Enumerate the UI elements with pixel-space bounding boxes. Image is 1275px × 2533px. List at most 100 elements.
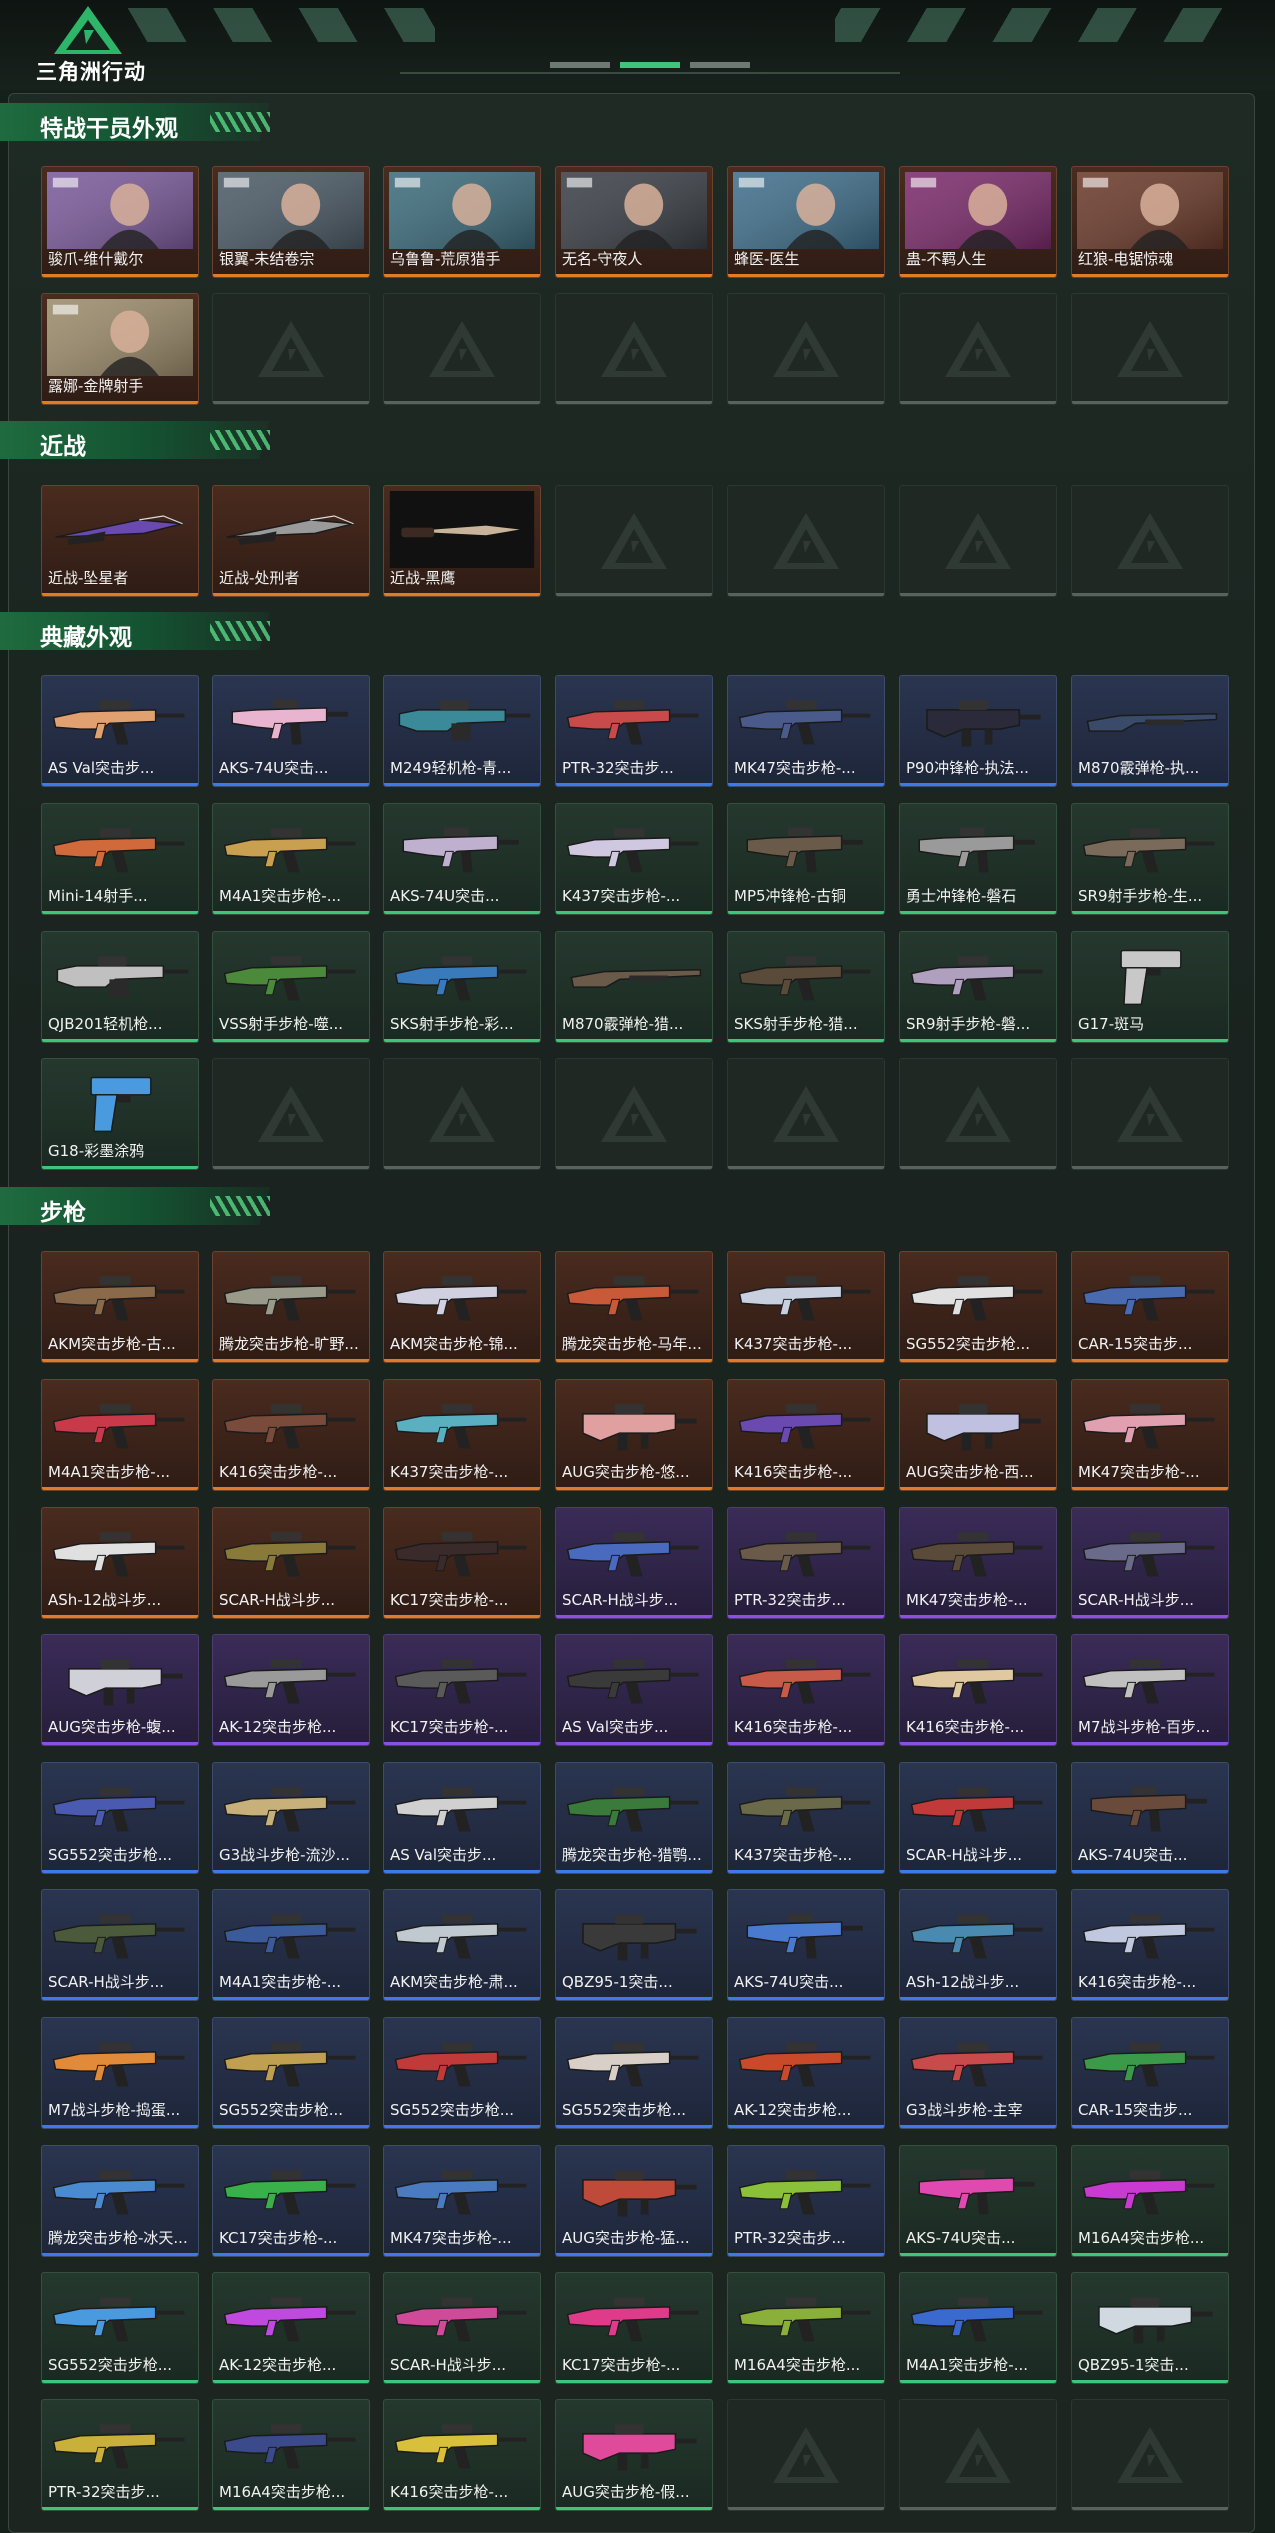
skin-card[interactable]: SR9射手步枪-生...: [1071, 803, 1229, 915]
skin-card[interactable]: AKM突击步枪-锦...: [383, 1251, 541, 1363]
skin-card[interactable]: M16A4突击步枪...: [727, 2272, 885, 2384]
skin-card[interactable]: G17-斑马: [1071, 931, 1229, 1043]
skin-card[interactable]: MK47突击步枪-...: [899, 1507, 1057, 1619]
skin-card[interactable]: G18-彩墨涂鸦: [41, 1058, 199, 1170]
skin-card[interactable]: ASh-12战斗步...: [41, 1507, 199, 1619]
skin-card[interactable]: K416突击步枪-...: [727, 1634, 885, 1746]
skin-card[interactable]: AKS-74U突击...: [212, 675, 370, 787]
skin-card[interactable]: PTR-32突击步...: [555, 675, 713, 787]
skin-card[interactable]: AKS-74U突击...: [727, 1889, 885, 2001]
skin-card[interactable]: AS Val突击步...: [41, 675, 199, 787]
skin-card[interactable]: 蛊-不羁人生: [899, 166, 1057, 278]
skin-card[interactable]: AUG突击步枪-假...: [555, 2399, 713, 2511]
skin-card[interactable]: SKS射手步枪-彩...: [383, 931, 541, 1043]
skin-card[interactable]: KC17突击步枪-...: [383, 1507, 541, 1619]
skin-card[interactable]: 腾龙突击步枪-马年...: [555, 1251, 713, 1363]
skin-card[interactable]: M4A1突击步枪-...: [41, 1379, 199, 1491]
skin-card[interactable]: SCAR-H战斗步...: [41, 1889, 199, 2001]
skin-card[interactable]: SCAR-H战斗步...: [555, 1507, 713, 1619]
skin-card[interactable]: SG552突击步枪...: [383, 2017, 541, 2129]
skin-card[interactable]: SCAR-H战斗步...: [1071, 1507, 1229, 1619]
skin-card[interactable]: 银翼-未结卷宗: [212, 166, 370, 278]
skin-card[interactable]: 骏爪-维什戴尔: [41, 166, 199, 278]
skin-card[interactable]: SG552突击步枪...: [41, 2272, 199, 2384]
skin-card[interactable]: SR9射手步枪-磐...: [899, 931, 1057, 1043]
skin-card[interactable]: AK-12突击步枪...: [212, 2272, 370, 2384]
skin-card[interactable]: AKS-74U突击...: [1071, 1762, 1229, 1874]
skin-card[interactable]: 腾龙突击步枪-猎鹗...: [555, 1762, 713, 1874]
skin-card[interactable]: M7战斗步枪-捣蛋...: [41, 2017, 199, 2129]
skin-card[interactable]: SG552突击步枪...: [212, 2017, 370, 2129]
skin-card[interactable]: K437突击步枪-...: [727, 1251, 885, 1363]
skin-card[interactable]: CAR-15突击步...: [1071, 2017, 1229, 2129]
skin-card[interactable]: 露娜-金牌射手: [41, 293, 199, 405]
skin-card[interactable]: 红狼-电锯惊魂: [1071, 166, 1229, 278]
skin-card[interactable]: Mini-14射手...: [41, 803, 199, 915]
skin-card[interactable]: M4A1突击步枪-...: [212, 803, 370, 915]
skin-card[interactable]: SCAR-H战斗步...: [383, 2272, 541, 2384]
skin-card[interactable]: AK-12突击步枪...: [212, 1634, 370, 1746]
skin-card[interactable]: K416突击步枪-...: [383, 2399, 541, 2511]
skin-card[interactable]: M870霰弹枪-执...: [1071, 675, 1229, 787]
skin-card[interactable]: CAR-15突击步...: [1071, 1251, 1229, 1363]
skin-card[interactable]: G3战斗步枪-流沙...: [212, 1762, 370, 1874]
skin-card[interactable]: SG552突击步枪...: [899, 1251, 1057, 1363]
skin-card[interactable]: PTR-32突击步...: [41, 2399, 199, 2511]
skin-card[interactable]: QBZ95-1突击...: [555, 1889, 713, 2001]
skin-card[interactable]: 乌鲁鲁-荒原猎手: [383, 166, 541, 278]
skin-card[interactable]: K416突击步枪-...: [212, 1379, 370, 1491]
skin-card[interactable]: 腾龙突击步枪-冰天...: [41, 2145, 199, 2257]
skin-card[interactable]: KC17突击步枪-...: [555, 2272, 713, 2384]
skin-card[interactable]: QBZ95-1突击...: [1071, 2272, 1229, 2384]
skin-card[interactable]: AUG突击步枪-悠...: [555, 1379, 713, 1491]
skin-card[interactable]: AKM突击步枪-古...: [41, 1251, 199, 1363]
skin-card[interactable]: M4A1突击步枪-...: [899, 2272, 1057, 2384]
skin-card[interactable]: 无名-守夜人: [555, 166, 713, 278]
skin-card[interactable]: 腾龙突击步枪-旷野...: [212, 1251, 370, 1363]
skin-card[interactable]: VSS射手步枪-噬...: [212, 931, 370, 1043]
skin-card[interactable]: K416突击步枪-...: [1071, 1889, 1229, 2001]
skin-card[interactable]: 勇士冲锋枪-磐石: [899, 803, 1057, 915]
skin-card[interactable]: MK47突击步枪-...: [1071, 1379, 1229, 1491]
skin-card[interactable]: AKS-74U突击...: [383, 803, 541, 915]
skin-card[interactable]: AUG突击步枪-蝮...: [41, 1634, 199, 1746]
skin-card[interactable]: PTR-32突击步...: [727, 2145, 885, 2257]
skin-card[interactable]: KC17突击步枪-...: [212, 2145, 370, 2257]
skin-card[interactable]: AKM突击步枪-肃...: [383, 1889, 541, 2001]
skin-card[interactable]: SG552突击步枪...: [555, 2017, 713, 2129]
skin-card[interactable]: M249轻机枪-青...: [383, 675, 541, 787]
skin-card[interactable]: M16A4突击步枪...: [212, 2399, 370, 2511]
skin-card[interactable]: QJB201轻机枪...: [41, 931, 199, 1043]
skin-card[interactable]: K437突击步枪-...: [555, 803, 713, 915]
skin-card[interactable]: K416突击步枪-...: [899, 1634, 1057, 1746]
skin-card[interactable]: P90冲锋枪-执法...: [899, 675, 1057, 787]
skin-card[interactable]: AS Val突击步...: [383, 1762, 541, 1874]
skin-card[interactable]: K416突击步枪-...: [727, 1379, 885, 1491]
skin-card[interactable]: MK47突击步枪-...: [727, 675, 885, 787]
skin-card[interactable]: K437突击步枪-...: [727, 1762, 885, 1874]
skin-card[interactable]: ASh-12战斗步...: [899, 1889, 1057, 2001]
skin-card[interactable]: KC17突击步枪-...: [383, 1634, 541, 1746]
skin-card[interactable]: M16A4突击步枪...: [1071, 2145, 1229, 2257]
skin-card[interactable]: AUG突击步枪-西...: [899, 1379, 1057, 1491]
skin-card[interactable]: MK47突击步枪-...: [383, 2145, 541, 2257]
skin-card[interactable]: 近战-坠星者: [41, 485, 199, 597]
skin-card[interactable]: MP5冲锋枪-古铜: [727, 803, 885, 915]
skin-card[interactable]: AS Val突击步...: [555, 1634, 713, 1746]
skin-card[interactable]: AUG突击步枪-猛...: [555, 2145, 713, 2257]
skin-card[interactable]: M4A1突击步枪-...: [212, 1889, 370, 2001]
skin-card[interactable]: 近战-处刑者: [212, 485, 370, 597]
skin-card[interactable]: SG552突击步枪...: [41, 1762, 199, 1874]
skin-card[interactable]: AK-12突击步枪...: [727, 2017, 885, 2129]
skin-card[interactable]: M870霰弹枪-猎...: [555, 931, 713, 1043]
skin-card[interactable]: 近战-黑鹰: [383, 485, 541, 597]
skin-card[interactable]: AKS-74U突击...: [899, 2145, 1057, 2257]
skin-card[interactable]: K437突击步枪-...: [383, 1379, 541, 1491]
skin-card[interactable]: M7战斗步枪-百步...: [1071, 1634, 1229, 1746]
skin-card[interactable]: G3战斗步枪-主宰: [899, 2017, 1057, 2129]
skin-card[interactable]: PTR-32突击步...: [727, 1507, 885, 1619]
skin-card[interactable]: SCAR-H战斗步...: [212, 1507, 370, 1619]
skin-card[interactable]: SKS射手步枪-猎...: [727, 931, 885, 1043]
skin-card[interactable]: SCAR-H战斗步...: [899, 1762, 1057, 1874]
skin-card[interactable]: 蜂医-医生: [727, 166, 885, 278]
